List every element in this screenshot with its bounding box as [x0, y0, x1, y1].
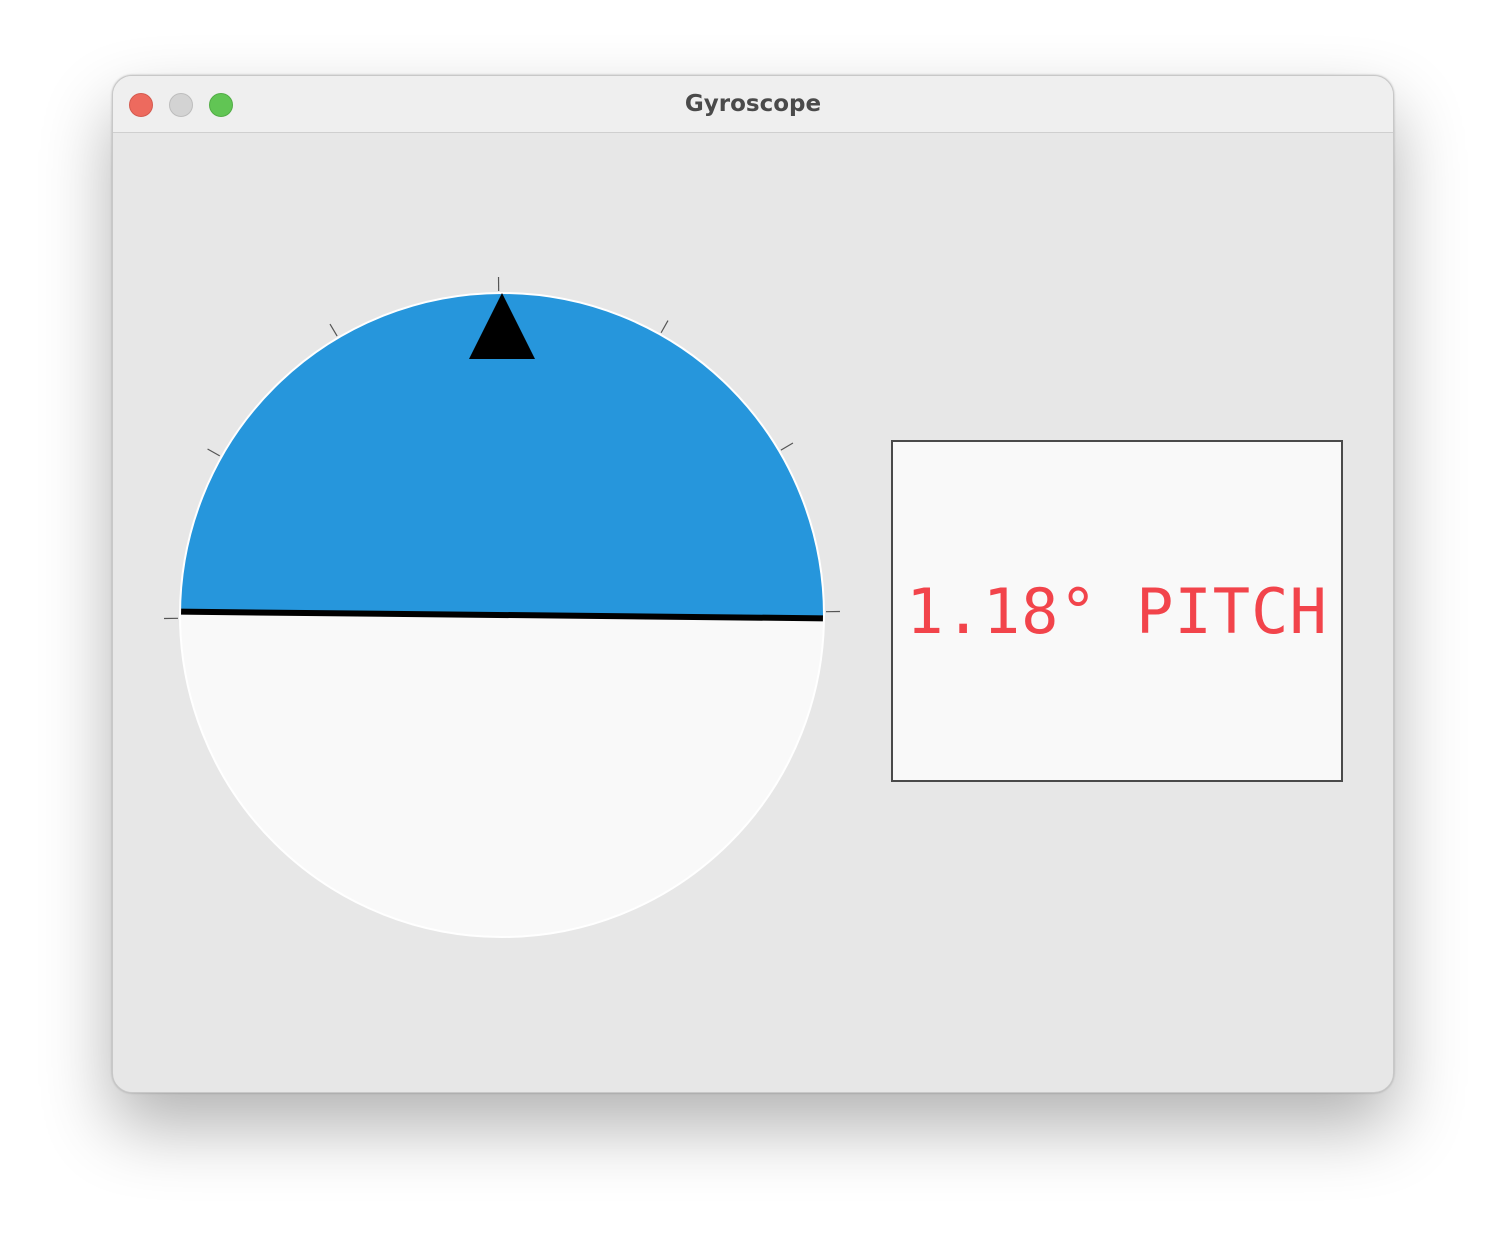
scale-tick: [207, 448, 221, 457]
scale-tick: [660, 320, 669, 334]
scale-tick: [329, 323, 338, 337]
app-window: Gyroscope 1.18° PITCH: [112, 75, 1394, 1093]
pitch-readout-value: 1.18° PITCH: [906, 574, 1328, 648]
scale-tick: [780, 442, 794, 451]
attitude-indicator: [164, 277, 840, 938]
pitch-readout-panel: 1.18° PITCH: [891, 440, 1343, 782]
